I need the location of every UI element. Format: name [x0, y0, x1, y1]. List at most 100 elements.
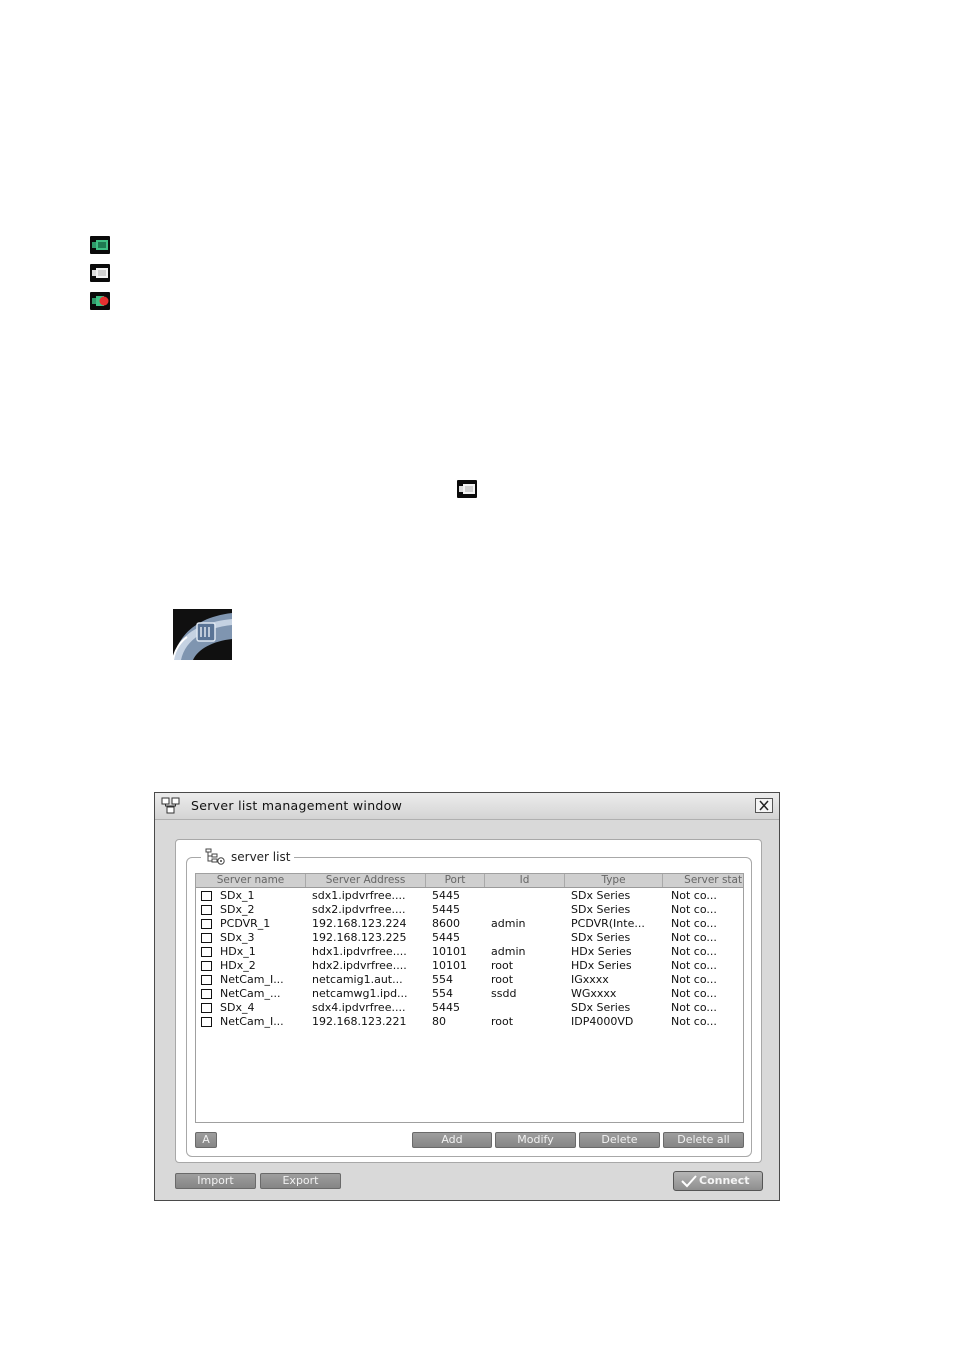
import-button[interactable]: Import [175, 1173, 256, 1189]
port-cell: 80 [432, 1015, 446, 1028]
port-cell: 554 [432, 987, 453, 1000]
port-cell: 554 [432, 973, 453, 986]
table-row[interactable]: NetCam_I... netcamig1.aut... 554 root IGxxxx… [196, 973, 743, 987]
row-checkbox[interactable] [201, 1017, 212, 1027]
connect-label: Connect [699, 1174, 750, 1187]
server-address-cell: sdx1.ipdvrfree.... [312, 889, 406, 902]
id-cell [491, 889, 567, 903]
column-header-port[interactable]: Port [426, 874, 485, 887]
server-name-cell: HDx_1 [220, 945, 256, 958]
id-cell [491, 903, 567, 917]
type-cell: HDx Series [571, 945, 632, 958]
server-list-group: server list Server name Server Address P… [186, 848, 752, 1157]
checkmark-icon [681, 1175, 697, 1188]
column-header-server-status[interactable]: Server stati [663, 874, 743, 887]
window-titlebar: Server list management window [155, 793, 779, 820]
table-row[interactable]: HDx_2 hdx2.ipdvrfree.... 10101 root HDx Seri… [196, 959, 743, 973]
server-address-cell: hdx1.ipdvrfree.... [312, 945, 407, 958]
server-address-cell: sdx2.ipdvrfree.... [312, 903, 406, 916]
table-row[interactable]: PCDVR_1 192.168.123.224 8600 admin PCDVR(Int… [196, 917, 743, 931]
row-checkbox[interactable] [201, 919, 212, 929]
server-list-window: Server list management window server lis… [154, 792, 780, 1201]
server-name-cell: NetCam_I... [220, 1015, 284, 1028]
table-row[interactable]: HDx_1 hdx1.ipdvrfree.... 10101 admin HDx Ser… [196, 945, 743, 959]
server-status-cell: Not co... [671, 973, 717, 986]
id-cell [491, 931, 567, 945]
close-button[interactable] [755, 798, 773, 813]
port-cell: 5445 [432, 903, 460, 916]
server-status-cell: Not co... [671, 945, 717, 958]
server-name-cell: HDx_2 [220, 959, 256, 972]
type-cell: SDx Series [571, 903, 631, 916]
column-header-type[interactable]: Type [565, 874, 663, 887]
row-checkbox[interactable] [201, 905, 212, 915]
server-network-icon [161, 797, 181, 815]
id-cell: admin [491, 945, 526, 958]
table-row[interactable]: NetCam_... netcamwg1.ipd... 554 ssdd WGxxxx N… [196, 987, 743, 1001]
table-row[interactable]: SDx_4 sdx4.ipdvrfree.... 5445 SDx Series Not… [196, 1001, 743, 1015]
server-list-panel: server list Server name Server Address P… [175, 839, 762, 1163]
id-cell: ssdd [491, 987, 517, 1000]
row-checkbox[interactable] [201, 1003, 212, 1013]
row-checkbox[interactable] [201, 989, 212, 999]
column-header-id[interactable]: Id [485, 874, 565, 887]
server-address-cell: hdx2.ipdvrfree.... [312, 959, 407, 972]
server-status-cell: Not co... [671, 917, 717, 930]
server-name-cell: SDx_4 [220, 1001, 255, 1014]
server-status-cell: Not co... [671, 1015, 717, 1028]
server-status-cell: Not co... [671, 959, 717, 972]
id-cell: root [491, 973, 514, 986]
id-cell: root [491, 1015, 514, 1028]
row-checkbox[interactable] [201, 975, 212, 985]
server-address-cell: 192.168.123.221 [312, 1015, 407, 1028]
type-cell: SDx Series [571, 889, 631, 902]
server-name-cell: NetCam_... [220, 987, 281, 1000]
type-cell: HDx Series [571, 959, 632, 972]
add-button[interactable]: Add [412, 1132, 492, 1148]
server-name-cell: SDx_1 [220, 889, 255, 902]
table-row[interactable]: SDx_2 sdx2.ipdvrfree.... 5445 SDx Series Not… [196, 903, 743, 917]
port-cell: 10101 [432, 945, 467, 958]
group-legend: server list [201, 848, 295, 866]
modify-button[interactable]: Modify [495, 1132, 576, 1148]
row-checkbox[interactable] [201, 947, 212, 957]
port-cell: 5445 [432, 889, 460, 902]
column-header-server-name[interactable]: Server name [196, 874, 306, 887]
port-cell: 10101 [432, 959, 467, 972]
camera-connected-icon [90, 236, 110, 254]
select-all-button[interactable]: A [195, 1132, 217, 1148]
server-address-cell: 192.168.123.225 [312, 931, 407, 944]
table-row[interactable]: NetCam_I... 192.168.123.221 80 root IDP4000V… [196, 1015, 743, 1029]
delete-all-button[interactable]: Delete all [663, 1132, 744, 1148]
table-row[interactable]: SDx_3 192.168.123.225 5445 SDx Series Not co… [196, 931, 743, 945]
server-status-cell: Not co... [671, 987, 717, 1000]
window-title: Server list management window [191, 798, 403, 813]
delete-button[interactable]: Delete [579, 1132, 660, 1148]
table-header: Server name Server Address Port Id Type … [196, 874, 743, 888]
id-cell: root [491, 959, 514, 972]
server-status-cell: Not co... [671, 889, 717, 902]
port-cell: 5445 [432, 1001, 460, 1014]
server-name-cell: SDx_2 [220, 903, 255, 916]
camera-recording-icon [90, 292, 110, 310]
port-cell: 8600 [432, 917, 460, 930]
dvr-disc-photo [173, 609, 232, 660]
server-name-cell: NetCam_I... [220, 973, 284, 986]
connect-button[interactable]: Connect [673, 1171, 763, 1191]
type-cell: IDP4000VD [571, 1015, 634, 1028]
server-status-cell: Not co... [671, 931, 717, 944]
server-table[interactable]: Server name Server Address Port Id Type … [195, 873, 744, 1123]
server-tree-icon [205, 848, 227, 866]
type-cell: SDx Series [571, 1001, 631, 1014]
row-checkbox[interactable] [201, 891, 212, 901]
port-cell: 5445 [432, 931, 460, 944]
type-cell: WGxxxx [571, 987, 617, 1000]
server-address-cell: sdx4.ipdvrfree.... [312, 1001, 406, 1014]
table-row[interactable]: SDx_1 sdx1.ipdvrfree.... 5445 SDx Series Not… [196, 889, 743, 903]
column-header-server-address[interactable]: Server Address [306, 874, 426, 887]
export-button[interactable]: Export [260, 1173, 341, 1189]
row-checkbox[interactable] [201, 961, 212, 971]
server-status-cell: Not co... [671, 903, 717, 916]
row-checkbox[interactable] [201, 933, 212, 943]
server-address-cell: netcamwg1.ipd... [312, 987, 408, 1000]
